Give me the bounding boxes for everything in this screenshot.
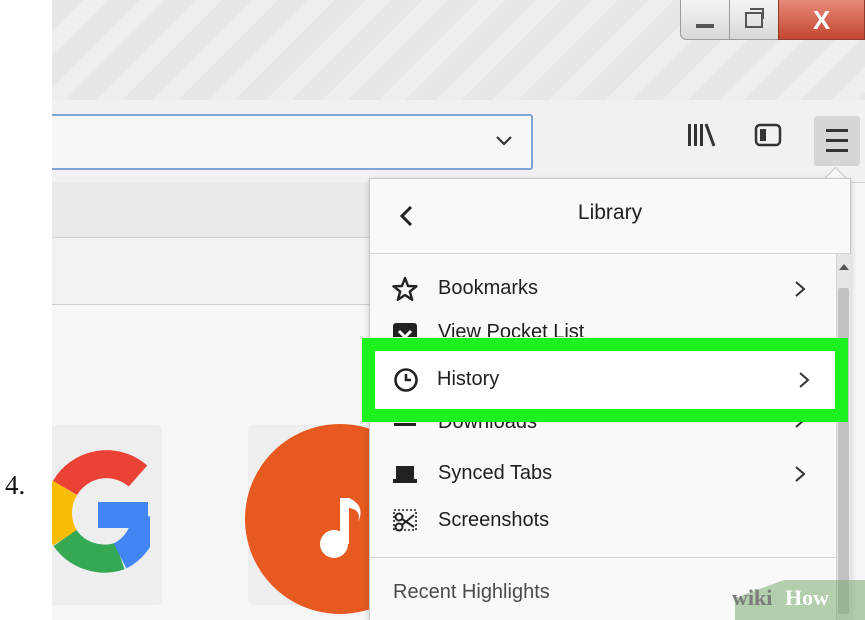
chevron-right-icon [795, 281, 806, 297]
minimize-icon [696, 23, 714, 28]
newtab-search-area [52, 238, 382, 305]
restore-icon [745, 7, 764, 28]
step-number: 4. [5, 470, 26, 500]
address-bar[interactable] [52, 114, 533, 170]
menu-item-label: Screenshots [438, 509, 550, 531]
panel-separator [370, 557, 836, 558]
close-window-button[interactable]: X [778, 0, 865, 40]
scissors-icon [393, 509, 417, 532]
menu-item-label: History [437, 368, 500, 390]
menu-item-label: Synced Tabs [438, 462, 553, 484]
chevron-down-icon[interactable] [493, 130, 515, 152]
panel-scrollbar[interactable] [836, 254, 851, 620]
panel-title: Library [577, 201, 643, 224]
browser-screenshot: X Library Bookmarks View Pocket List Dow… [52, 0, 865, 620]
hamburger-menu-icon [826, 129, 848, 152]
library-icon[interactable] [685, 120, 717, 150]
menu-item-label: Bookmarks [438, 277, 539, 299]
laptop-icon [393, 466, 417, 483]
star-icon [392, 276, 418, 301]
chevron-right-icon [799, 372, 810, 388]
recent-highlights-label: Recent Highlights [393, 581, 550, 603]
clock-icon [394, 368, 418, 392]
google-logo [52, 450, 150, 573]
minimize-button[interactable] [680, 0, 730, 40]
menu-item-history[interactable]: History [362, 338, 848, 422]
sidebar-icon[interactable] [753, 120, 783, 150]
scroll-up-arrow-icon[interactable] [839, 264, 849, 270]
menu-item-pocket[interactable]: View Pocket List [370, 311, 836, 337]
menu-item-screenshots[interactable]: Screenshots [370, 499, 836, 545]
chevron-right-icon [795, 466, 806, 482]
wikihow-watermark-how: How [785, 585, 829, 610]
scrollbar-thumb[interactable] [838, 288, 849, 614]
bookmarks-toolbar [52, 182, 382, 238]
menu-item-synced-tabs[interactable]: Synced Tabs [370, 452, 836, 498]
menu-item-bookmarks[interactable]: Bookmarks [370, 267, 836, 313]
open-menu-button[interactable] [814, 116, 860, 166]
navigation-toolbar [52, 100, 865, 183]
maximize-button[interactable] [729, 0, 779, 40]
menu-item-label: View Pocket List [438, 321, 585, 337]
music-note-icon [320, 498, 361, 558]
pocket-icon [393, 323, 417, 337]
close-icon: X [812, 4, 831, 35]
wikihow-watermark: wiki [732, 585, 773, 610]
panel-header: Library [370, 179, 850, 254]
